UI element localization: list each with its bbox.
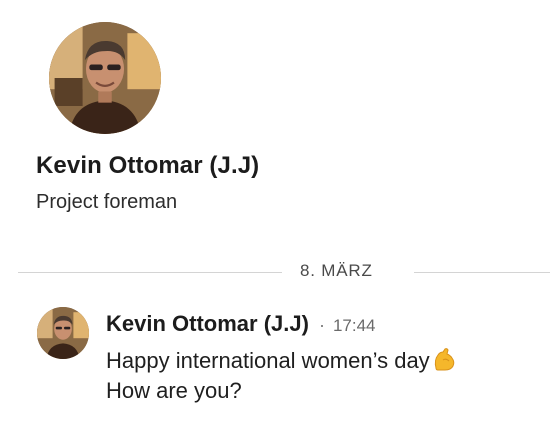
message-text: Happy international women’s day: [106, 348, 430, 373]
profile-avatar[interactable]: [49, 22, 161, 134]
profile-role: Project foreman: [36, 191, 178, 213]
flexed-biceps-icon: [434, 348, 454, 371]
message-time: 17:44: [332, 316, 376, 335]
person-photo: [37, 307, 89, 359]
profile-name: Kevin Ottomar (J.J): [36, 152, 260, 179]
separator-dot: ·: [318, 315, 325, 335]
person-photo: [49, 22, 161, 134]
message-text-line-1: Happy international women’s day: [106, 346, 457, 374]
message-sender[interactable]: Kevin Ottomar (J.J): [106, 311, 309, 337]
message-text-line-2: How are you?: [106, 378, 242, 403]
divider-line-left: [18, 272, 282, 273]
date-label: 8. MÄRZ: [300, 261, 373, 280]
divider-line-right: [414, 272, 550, 273]
message-avatar[interactable]: [37, 307, 89, 359]
date-divider: 8. MÄRZ: [18, 261, 550, 283]
message-header: Kevin Ottomar (J.J) · 17:44: [106, 311, 375, 337]
